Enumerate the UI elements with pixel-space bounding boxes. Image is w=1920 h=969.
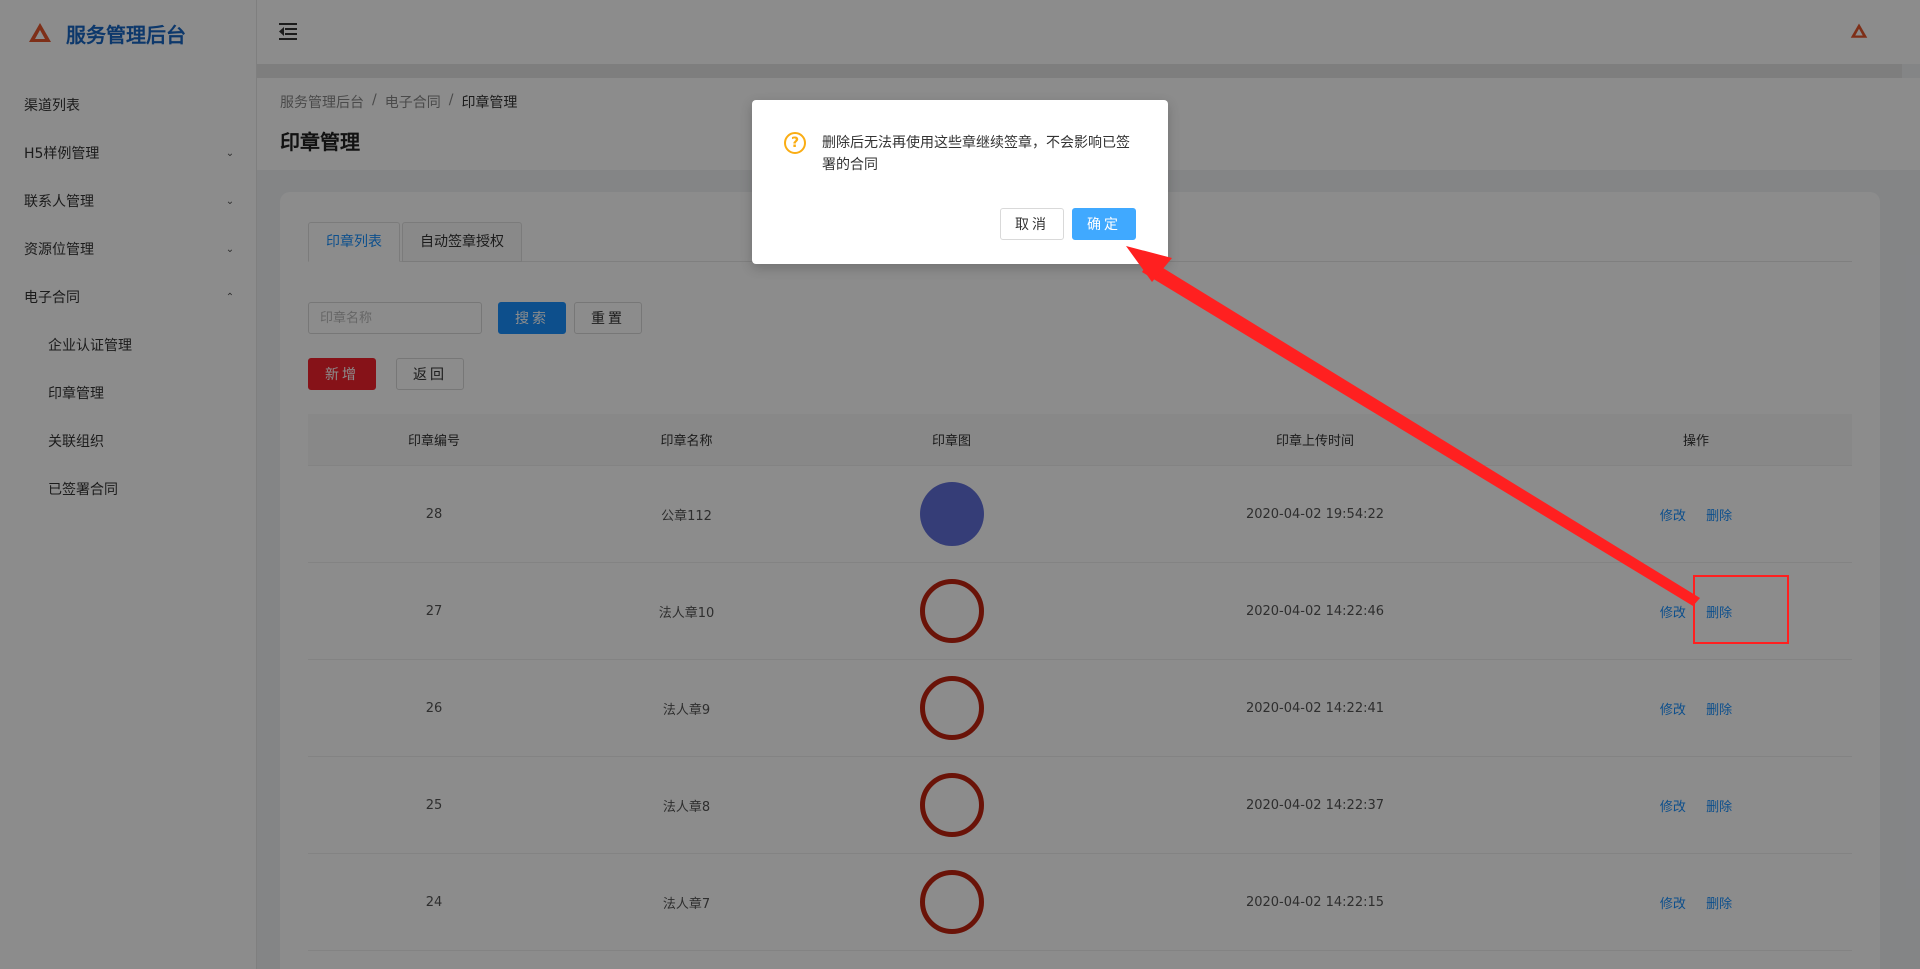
cancel-button[interactable]: 取消	[1000, 208, 1064, 240]
confirm-dialog-buttons: 取消 确定	[1000, 208, 1136, 240]
confirm-message: 删除后无法再使用这些章继续签章，不会影响已签署的合同	[822, 135, 1130, 173]
annotation-highlight-box	[1693, 575, 1789, 644]
ok-button[interactable]: 确定	[1072, 208, 1136, 240]
confirm-dialog: ? 删除后无法再使用这些章继续签章，不会影响已签署的合同 取消 确定	[752, 100, 1168, 264]
question-circle-icon: ?	[784, 132, 806, 154]
confirm-dialog-body: ? 删除后无法再使用这些章继续签章，不会影响已签署的合同	[784, 132, 1136, 176]
